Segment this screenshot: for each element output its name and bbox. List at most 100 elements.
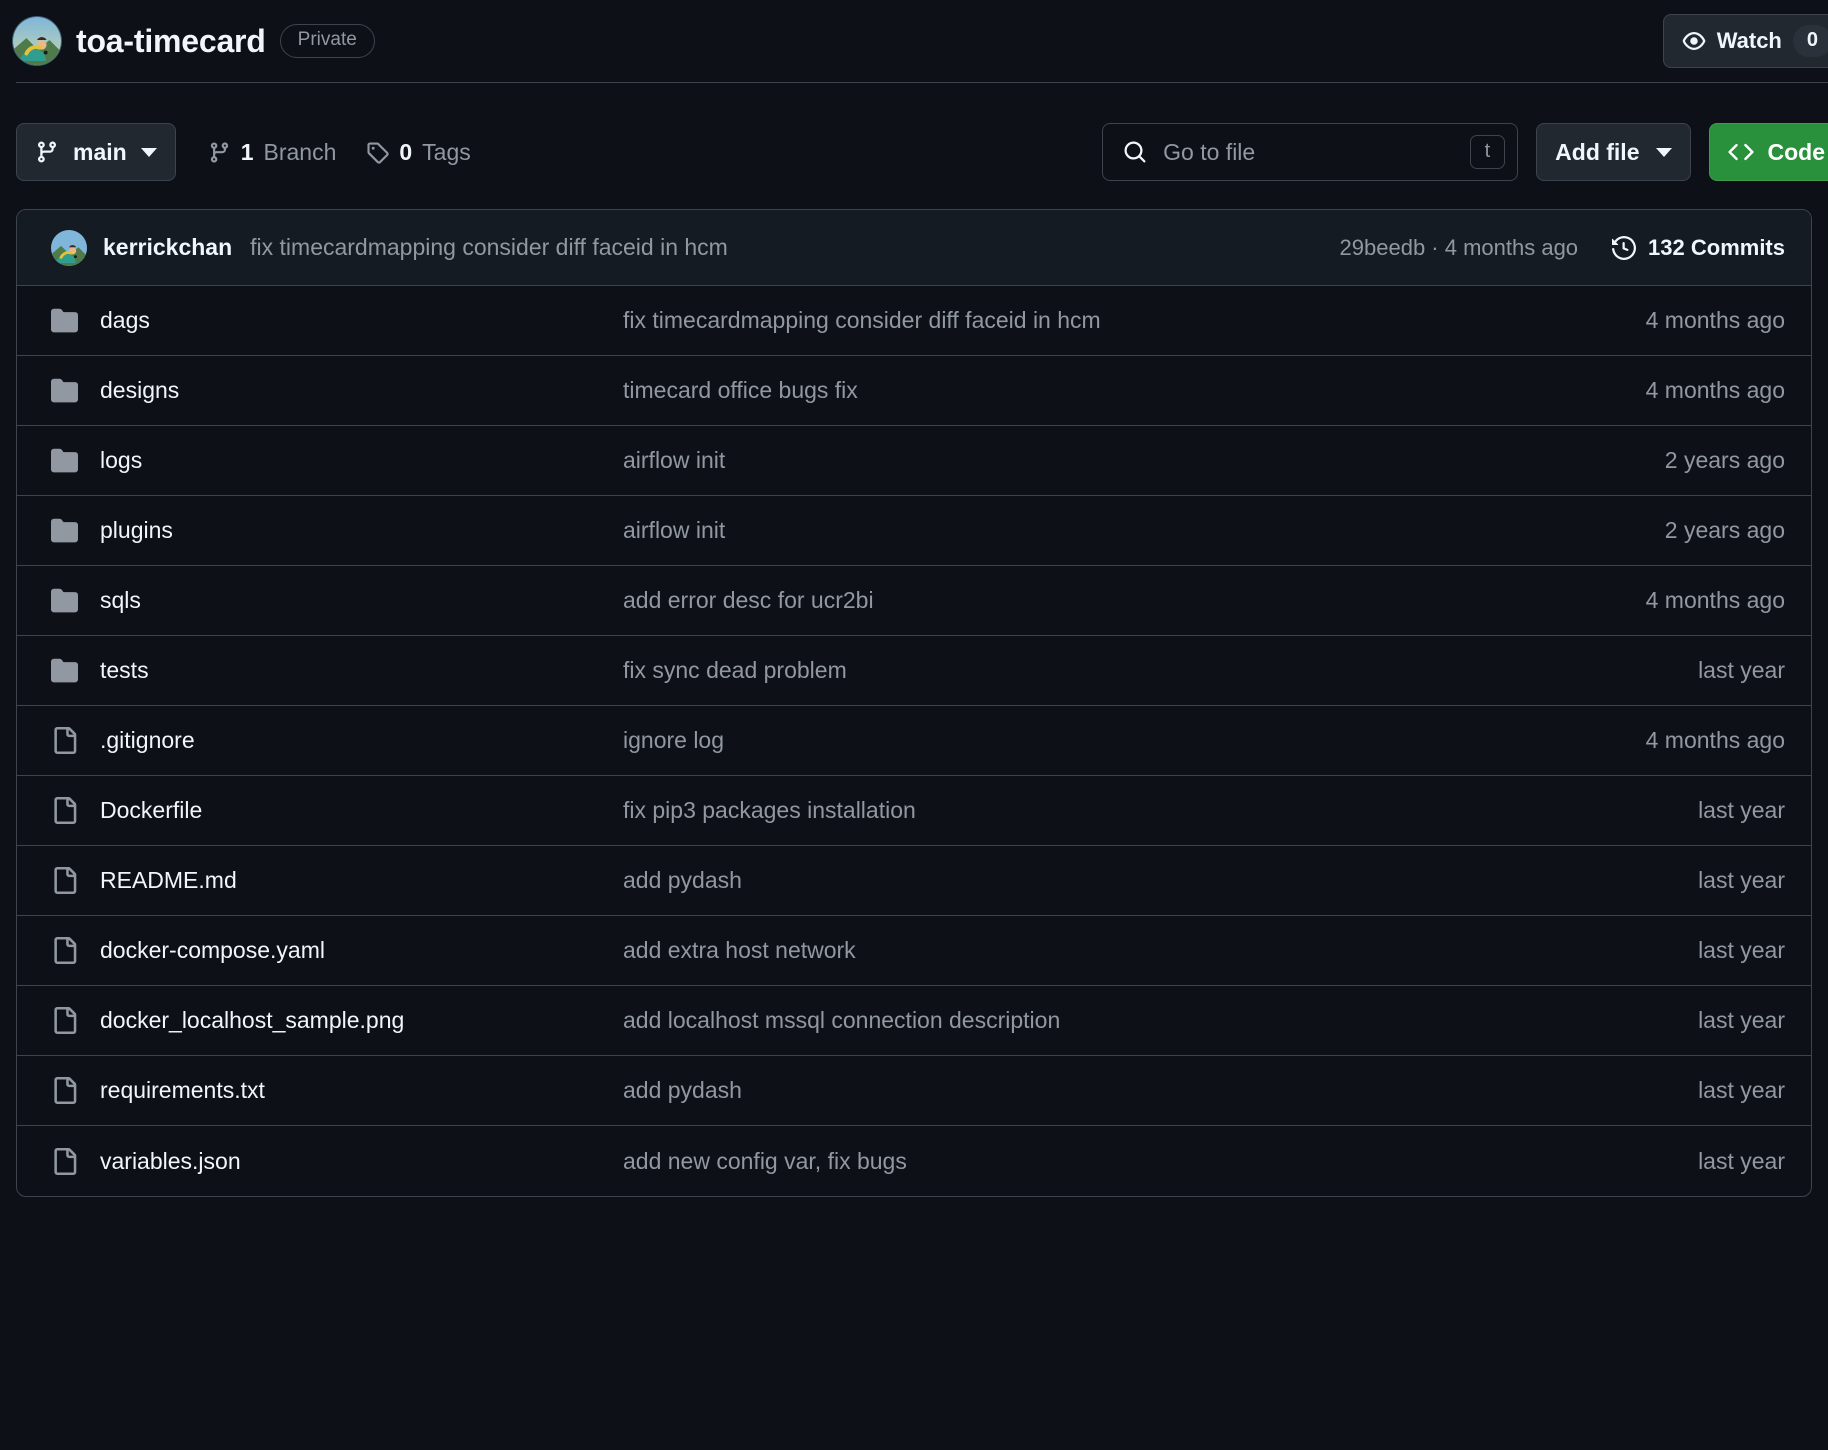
row-name-cell[interactable]: Dockerfile bbox=[51, 797, 623, 824]
add-file-label: Add file bbox=[1555, 138, 1640, 165]
file-name-link[interactable]: plugins bbox=[100, 517, 173, 544]
commit-hash-and-time[interactable]: 29beedb · 4 months ago bbox=[1340, 235, 1579, 261]
tag-count-link[interactable]: 0 Tags bbox=[366, 138, 471, 166]
git-branch-icon bbox=[37, 141, 56, 163]
row-name-cell[interactable]: docker_localhost_sample.png bbox=[51, 1007, 623, 1034]
row-commit-age: 2 years ago bbox=[1664, 517, 1785, 543]
table-row-README.md[interactable]: README.md add pydash last year bbox=[17, 846, 1811, 916]
row-commit-message[interactable]: add extra host network bbox=[623, 937, 1545, 964]
table-row-dags[interactable]: dags fix timecardmapping consider diff f… bbox=[17, 286, 1811, 356]
file-name-link[interactable]: sqls bbox=[100, 587, 141, 614]
code-label: Code bbox=[1767, 138, 1826, 165]
commit-author-name[interactable]: kerrickchan bbox=[103, 234, 232, 261]
row-commit-message[interactable]: add new config var, fix bugs bbox=[623, 1148, 1545, 1175]
row-commit-message[interactable]: fix pip3 packages installation bbox=[623, 797, 1545, 824]
row-commit-age: last year bbox=[1698, 1147, 1785, 1174]
row-commit-message[interactable]: add pydash bbox=[623, 1077, 1545, 1104]
repo-toolbar: main 1 Branch 0 Tags Go to file t Add fi… bbox=[0, 83, 1828, 189]
row-name-cell[interactable]: requirements.txt bbox=[51, 1077, 623, 1104]
file-name-link[interactable]: logs bbox=[100, 447, 142, 474]
row-name-cell[interactable]: tests bbox=[51, 657, 623, 684]
file-icon bbox=[54, 867, 77, 894]
row-name-cell[interactable]: designs bbox=[51, 377, 623, 404]
file-name-link[interactable]: dags bbox=[100, 307, 150, 334]
row-commit-message[interactable]: add localhost mssql connection descripti… bbox=[623, 1007, 1545, 1034]
row-commit-message[interactable]: airflow init bbox=[623, 447, 1545, 474]
table-row-Dockerfile[interactable]: Dockerfile fix pip3 packages installatio… bbox=[17, 776, 1811, 846]
row-commit-age: 4 months ago bbox=[1645, 377, 1785, 403]
chevron-down-icon bbox=[140, 147, 157, 157]
file-listing-table: kerrickchan fix timecardmapping consider… bbox=[16, 209, 1812, 1197]
folder-icon bbox=[51, 658, 78, 683]
search-shortcut-key: t bbox=[1469, 135, 1506, 169]
go-to-file-search[interactable]: Go to file t bbox=[1102, 123, 1519, 181]
row-commit-message[interactable]: ignore log bbox=[623, 727, 1545, 754]
repo-name[interactable]: toa-timecard bbox=[76, 23, 266, 60]
table-row-plugins[interactable]: plugins airflow init 2 years ago bbox=[17, 496, 1811, 566]
commit-bar-right: 29beedb · 4 months ago 132 Commits bbox=[1340, 235, 1785, 261]
row-commit-message[interactable]: airflow init bbox=[623, 517, 1545, 544]
search-input[interactable]: Go to file bbox=[1163, 139, 1453, 166]
table-row-docker-compose.yaml[interactable]: docker-compose.yaml add extra host netwo… bbox=[17, 916, 1811, 986]
row-commit-message[interactable]: add error desc for ucr2bi bbox=[623, 587, 1545, 614]
code-button[interactable]: Code bbox=[1708, 123, 1828, 181]
folder-icon bbox=[51, 308, 78, 333]
latest-commit-message[interactable]: fix timecardmapping consider diff faceid… bbox=[250, 234, 728, 261]
repo-header: toa-timecard Private Watch 0 bbox=[0, 0, 1828, 82]
row-name-cell[interactable]: plugins bbox=[51, 517, 623, 544]
commit-author-avatar[interactable] bbox=[51, 229, 87, 266]
file-name-link[interactable]: .gitignore bbox=[100, 727, 195, 754]
file-name-link[interactable]: tests bbox=[100, 657, 149, 684]
row-commit-message[interactable]: fix sync dead problem bbox=[623, 657, 1545, 684]
table-row-tests[interactable]: tests fix sync dead problem last year bbox=[17, 636, 1811, 706]
table-row-designs[interactable]: designs timecard office bugs fix 4 month… bbox=[17, 356, 1811, 426]
row-commit-age: last year bbox=[1698, 797, 1785, 823]
row-name-cell[interactable]: docker-compose.yaml bbox=[51, 937, 623, 964]
row-commit-message[interactable]: fix timecardmapping consider diff faceid… bbox=[623, 307, 1545, 334]
file-icon bbox=[54, 937, 77, 964]
row-name-cell[interactable]: variables.json bbox=[51, 1147, 623, 1175]
tag-count-label: Tags bbox=[422, 138, 471, 165]
file-icon bbox=[54, 1007, 77, 1034]
row-commit-message[interactable]: timecard office bugs fix bbox=[623, 377, 1545, 404]
row-name-cell[interactable]: sqls bbox=[51, 587, 623, 614]
row-name-cell[interactable]: README.md bbox=[51, 867, 623, 894]
commits-count-link[interactable]: 132 Commits bbox=[1612, 235, 1785, 261]
branch-selector-button[interactable]: main bbox=[16, 123, 176, 181]
git-branch-icon bbox=[210, 141, 228, 163]
file-name-link[interactable]: variables.json bbox=[100, 1148, 241, 1175]
row-commit-age: last year bbox=[1698, 1077, 1785, 1103]
row-commit-age: 2 years ago bbox=[1664, 447, 1785, 473]
add-file-button[interactable]: Add file bbox=[1536, 123, 1691, 181]
table-row-sqls[interactable]: sqls add error desc for ucr2bi 4 months … bbox=[17, 566, 1811, 636]
table-row-logs[interactable]: logs airflow init 2 years ago bbox=[17, 426, 1811, 496]
folder-icon bbox=[51, 518, 78, 543]
table-row-variables.json[interactable]: variables.json add new config var, fix b… bbox=[17, 1126, 1811, 1196]
table-row-.gitignore[interactable]: .gitignore ignore log 4 months ago bbox=[17, 706, 1811, 776]
history-clock-icon bbox=[1612, 235, 1637, 260]
file-name-link[interactable]: README.md bbox=[100, 867, 237, 894]
table-row-docker_localhost_sample.png[interactable]: docker_localhost_sample.png add localhos… bbox=[17, 986, 1811, 1056]
file-name-link[interactable]: docker_localhost_sample.png bbox=[100, 1007, 404, 1034]
row-name-cell[interactable]: dags bbox=[51, 307, 623, 334]
file-name-link[interactable]: Dockerfile bbox=[100, 797, 202, 824]
owner-avatar-image[interactable] bbox=[12, 16, 62, 66]
latest-commit-bar: kerrickchan fix timecardmapping consider… bbox=[17, 210, 1811, 286]
file-icon bbox=[54, 1077, 77, 1104]
file-icon bbox=[54, 797, 77, 824]
table-row-requirements.txt[interactable]: requirements.txt add pydash last year bbox=[17, 1056, 1811, 1126]
file-name-link[interactable]: designs bbox=[100, 377, 179, 404]
branch-count-label: Branch bbox=[263, 138, 337, 165]
row-name-cell[interactable]: logs bbox=[51, 447, 623, 474]
row-commit-age: last year bbox=[1698, 937, 1785, 963]
file-name-link[interactable]: docker-compose.yaml bbox=[100, 937, 325, 964]
row-name-cell[interactable]: .gitignore bbox=[51, 727, 623, 754]
watch-button[interactable]: Watch 0 bbox=[1662, 14, 1828, 68]
file-name-link[interactable]: requirements.txt bbox=[100, 1077, 265, 1104]
eye-icon bbox=[1682, 32, 1706, 50]
commit-author-group[interactable]: kerrickchan bbox=[51, 229, 232, 266]
branch-count-link[interactable]: 1 Branch bbox=[208, 138, 337, 166]
toolbar-actions: Go to file t Add file Code bbox=[1102, 123, 1828, 181]
row-commit-message[interactable]: add pydash bbox=[623, 867, 1545, 894]
tag-count-value: 0 bbox=[399, 138, 413, 165]
